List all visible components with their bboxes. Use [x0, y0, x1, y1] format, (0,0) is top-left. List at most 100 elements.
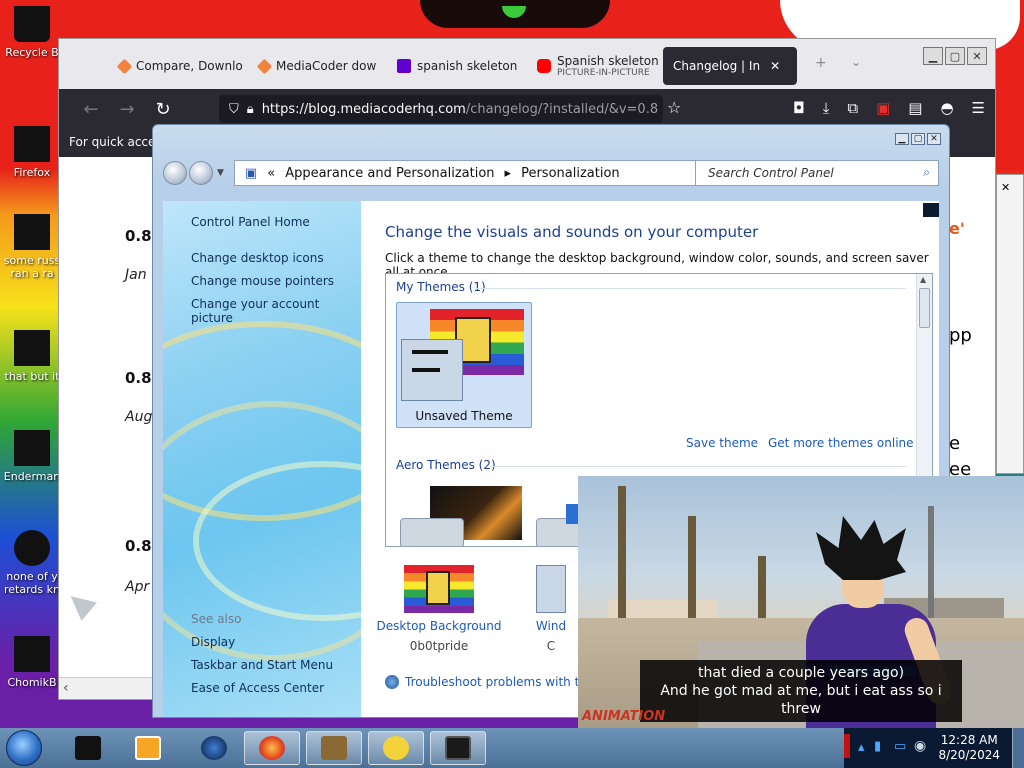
- desktop-icon-firefox[interactable]: Firefox: [2, 126, 62, 179]
- incognito-icon[interactable]: ◓: [940, 99, 953, 117]
- video-palm-tree: [688, 516, 696, 626]
- globe-icon: [201, 736, 227, 760]
- window-controls: ▁ ▢ ✕: [895, 133, 941, 145]
- download-icon[interactable]: ⤓: [823, 99, 830, 117]
- desktop-icon-enderman[interactable]: Enderman: [2, 430, 62, 483]
- firefox-icon: [14, 126, 50, 162]
- menu-icon[interactable]: ☰: [972, 99, 985, 117]
- desktop-background-setting[interactable]: Desktop Background 0b0tpride: [371, 565, 507, 653]
- taskbar-item-bee[interactable]: [368, 731, 424, 765]
- sidebar-taskbar-start-menu[interactable]: Taskbar and Start Menu: [191, 658, 333, 672]
- get-more-themes-link[interactable]: Get more themes online: [768, 436, 914, 450]
- search-icon[interactable]: ⌕: [923, 165, 930, 180]
- yahoo-icon: [397, 59, 411, 73]
- troubleshoot-link[interactable]: Troubleshoot problems with tran: [385, 675, 599, 689]
- video-caption: that died a couple years ago) And he got…: [640, 660, 962, 722]
- app-icon: [14, 430, 50, 466]
- tab-youtube-pip[interactable]: Spanish skeleton PICTURE-IN-PICTURE: [527, 47, 661, 85]
- tab-changelog[interactable]: Changelog | In ✕: [663, 47, 797, 85]
- scroll-left-icon[interactable]: ‹: [63, 680, 69, 696]
- desktop-icon-none[interactable]: none of y retards kn: [2, 530, 62, 596]
- close-tab-icon[interactable]: ✕: [770, 59, 780, 73]
- video-palm-tree: [758, 556, 766, 626]
- system-tray: ▴ ▮ ▭ ◉ 12:28 AM 8/20/2024: [844, 728, 1024, 768]
- taskbar: ▴ ▮ ▭ ◉ 12:28 AM 8/20/2024: [0, 728, 1024, 768]
- extension-red-icon[interactable]: ▣: [876, 99, 890, 117]
- tray-flag-icon[interactable]: ▴: [858, 740, 865, 755]
- tray-app-icon[interactable]: ▮: [874, 739, 881, 754]
- youtube-icon: [537, 59, 551, 73]
- help-icon[interactable]: [923, 203, 939, 217]
- tray-volume-icon[interactable]: ◉: [914, 738, 926, 754]
- maximize-button[interactable]: ▢: [945, 47, 965, 65]
- mediacoder-icon: [116, 58, 133, 74]
- close-button[interactable]: ✕: [927, 133, 941, 145]
- pocket-icon[interactable]: ◘: [793, 99, 805, 117]
- sidebar-ease-of-access[interactable]: Ease of Access Center: [191, 681, 324, 695]
- tray-network-icon[interactable]: ▭: [894, 739, 906, 754]
- breadcrumb[interactable]: ▣ « Appearance and Personalization ▸ Per…: [233, 160, 744, 186]
- lock-icon[interactable]: 🔒︎: [247, 102, 254, 117]
- tab-yahoo[interactable]: spanish skeleton: [387, 47, 523, 85]
- desktop-icon-chomik[interactable]: ChomikB: [2, 636, 62, 689]
- scrollbar-thumb[interactable]: [919, 288, 930, 328]
- search-input[interactable]: Search Control Panel ⌕: [695, 160, 939, 186]
- breadcrumb-appearance[interactable]: Appearance and Personalization: [285, 166, 494, 181]
- clock[interactable]: 12:28 AM 8/20/2024: [938, 733, 1000, 763]
- sidebar-change-account-picture[interactable]: Change your account picture: [191, 297, 361, 325]
- save-theme-link[interactable]: Save theme: [686, 436, 758, 450]
- scroll-up-icon[interactable]: ▲: [920, 275, 926, 284]
- sidebar-change-desktop-icons[interactable]: Change desktop icons: [191, 251, 324, 265]
- extensions-icon[interactable]: ⧉: [847, 99, 858, 117]
- forward-button[interactable]: →: [109, 99, 145, 120]
- tab-list-chevron-icon[interactable]: ⌄: [851, 55, 861, 69]
- tab-compare[interactable]: Compare, Downlo: [109, 47, 245, 85]
- minimize-button[interactable]: ▁: [895, 133, 909, 145]
- theme-unsaved[interactable]: Unsaved Theme: [396, 302, 532, 428]
- back-button[interactable]: [163, 161, 187, 185]
- back-button[interactable]: ←: [73, 99, 109, 120]
- reload-button[interactable]: ↻: [145, 99, 181, 120]
- breadcrumb-personalization[interactable]: Personalization: [521, 166, 620, 181]
- tab-strip: Compare, Downlo MediaCoder dow spanish s…: [59, 39, 995, 89]
- recent-pages-chevron-icon[interactable]: ▼: [217, 168, 224, 178]
- taskbar-item-monitor[interactable]: [430, 731, 486, 765]
- show-desktop-button[interactable]: [1012, 728, 1024, 768]
- sidebar-display[interactable]: Display: [191, 635, 235, 649]
- version-date: Apr: [125, 579, 150, 595]
- theme-window-preview: [401, 339, 463, 401]
- window-controls: ▁ ▢ ✕: [923, 47, 987, 65]
- container-icon[interactable]: ▤: [908, 99, 922, 117]
- forward-button[interactable]: [189, 161, 213, 185]
- close-button[interactable]: ✕: [967, 47, 987, 65]
- url-bar[interactable]: ⛉ 🔒︎ https://blog.mediacoderhq.com/chang…: [219, 95, 663, 123]
- taskbar-item-media-player[interactable]: [120, 731, 176, 765]
- desktop-wallpaper-art: [420, 0, 610, 28]
- bookmark-star-icon[interactable]: ☆: [667, 98, 681, 117]
- wallpaper-detail: [502, 6, 526, 18]
- desktop-icon-recycle-bin[interactable]: Recycle B: [2, 6, 62, 59]
- new-tab-icon[interactable]: +: [815, 55, 827, 71]
- toolbar-icons: ◘ ⤓ ⧉ ▣ ▤ ◓ ☰: [793, 99, 985, 117]
- taskbar-item-globe[interactable]: [186, 731, 242, 765]
- start-button[interactable]: [6, 730, 42, 766]
- tab-mediacoder[interactable]: MediaCoder dow: [249, 47, 383, 85]
- taskbar-item-firefox[interactable]: [244, 731, 300, 765]
- close-icon[interactable]: ✕: [1001, 181, 1010, 194]
- box-icon: [321, 736, 347, 760]
- picture-in-picture-video[interactable]: that died a couple years ago) And he got…: [578, 476, 1024, 728]
- window-color-setting[interactable]: Wind C: [521, 565, 581, 653]
- desktop-icon-russ[interactable]: some russ ran a ra: [2, 214, 62, 280]
- sidebar-control-panel-home[interactable]: Control Panel Home: [191, 215, 310, 229]
- mediacoder-icon: [256, 58, 273, 74]
- maximize-button[interactable]: ▢: [911, 133, 925, 145]
- version-date: Jan: [125, 267, 147, 283]
- taskbar-item-terminal[interactable]: [60, 731, 116, 765]
- taskbar-item-box[interactable]: [306, 731, 362, 765]
- desktop-icon-that-but[interactable]: that but it: [2, 330, 62, 383]
- minimize-button[interactable]: ▁: [923, 47, 943, 65]
- shield-icon[interactable]: ⛉: [229, 102, 239, 117]
- page-fragment: e': [949, 219, 965, 238]
- sidebar-change-mouse-pointers[interactable]: Change mouse pointers: [191, 274, 334, 288]
- control-panel-icon: ▣: [244, 165, 258, 181]
